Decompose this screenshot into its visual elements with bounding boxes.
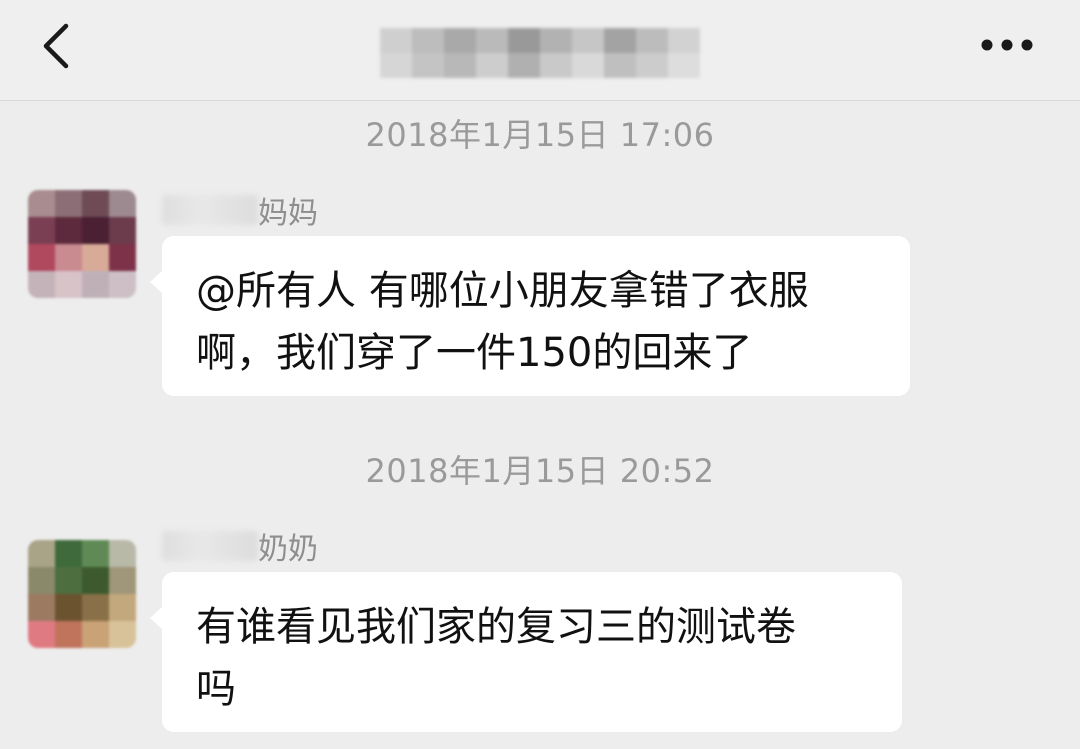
mosaic-tile [55, 217, 82, 244]
message-text-line: 吗 [196, 666, 236, 712]
mosaic-tile [109, 594, 136, 621]
mosaic-tile [476, 53, 508, 78]
sender-name: 妈妈 [162, 190, 318, 231]
message-text-line: @所有人 有哪位小朋友拿错了衣服 [196, 268, 809, 314]
sender-name-obscured [162, 195, 258, 225]
mosaic-tile [28, 271, 55, 298]
mosaic-tile [380, 53, 412, 78]
mosaic-tile [109, 271, 136, 298]
mosaic-tile [82, 244, 109, 271]
avatar[interactable] [28, 540, 136, 648]
back-button[interactable] [36, 22, 80, 70]
mosaic-tile [109, 190, 136, 217]
mosaic-tile [55, 540, 82, 567]
message-timestamp: 2018年1月15日 17:06 [365, 116, 715, 154]
message-bubble[interactable]: 有谁看见我们家的复习三的测试卷 吗 [150, 572, 902, 732]
message-text-line: 啊，我们穿了一件150的回来了 [196, 330, 753, 376]
mosaic-tile [82, 594, 109, 621]
mosaic-tile [82, 540, 109, 567]
mosaic-tile [508, 28, 540, 53]
mosaic-tile [28, 567, 55, 594]
chevron-left-icon [43, 23, 69, 69]
mosaic-tile [82, 217, 109, 244]
sender-name-suffix: 妈妈 [258, 196, 318, 231]
mosaic-tile [28, 244, 55, 271]
mosaic-tile [668, 53, 700, 78]
mosaic-tile [604, 28, 636, 53]
mosaic-tile [28, 540, 55, 567]
mosaic-tile [55, 190, 82, 217]
mosaic-tile [476, 28, 508, 53]
mosaic-tile [412, 53, 444, 78]
message-timestamp: 2018年1月15日 20:52 [365, 452, 715, 490]
mosaic-tile [82, 271, 109, 298]
mosaic-tile [82, 567, 109, 594]
mosaic-tile [380, 28, 412, 53]
mosaic-tile [82, 190, 109, 217]
mosaic-tile [28, 217, 55, 244]
mosaic-tile [636, 53, 668, 78]
mosaic-tile [508, 53, 540, 78]
mosaic-tile [109, 567, 136, 594]
mosaic-tile [55, 244, 82, 271]
sender-name-suffix: 奶奶 [258, 532, 318, 567]
mosaic-tile [55, 567, 82, 594]
sender-name-obscured [162, 531, 258, 561]
message-text-line: 有谁看见我们家的复习三的测试卷 [196, 604, 796, 650]
sender-name: 奶奶 [162, 526, 318, 567]
chat-title-obscured [380, 28, 700, 78]
mosaic-tile [668, 28, 700, 53]
mosaic-tile [55, 621, 82, 648]
mosaic-tile [604, 53, 636, 78]
mosaic-tile [109, 621, 136, 648]
mosaic-tile [82, 621, 109, 648]
mosaic-tile [572, 28, 604, 53]
mosaic-tile [572, 53, 604, 78]
mosaic-tile [109, 540, 136, 567]
mosaic-tile [28, 594, 55, 621]
navigation-bar [0, 0, 1080, 101]
mosaic-tile [412, 28, 444, 53]
mosaic-tile [444, 28, 476, 53]
more-button[interactable] [975, 30, 1039, 60]
mosaic-tile [28, 621, 55, 648]
message-bubble[interactable]: @所有人 有哪位小朋友拿错了衣服 啊，我们穿了一件150的回来了 [150, 236, 910, 396]
more-dots-icon [981, 39, 1033, 51]
mosaic-tile [444, 53, 476, 78]
mosaic-tile [55, 271, 82, 298]
mosaic-tile [28, 190, 55, 217]
mosaic-tile [55, 594, 82, 621]
mosaic-tile [540, 53, 572, 78]
avatar[interactable] [28, 190, 136, 298]
mosaic-tile [540, 28, 572, 53]
mosaic-tile [636, 28, 668, 53]
mosaic-tile [109, 217, 136, 244]
mosaic-tile [109, 244, 136, 271]
